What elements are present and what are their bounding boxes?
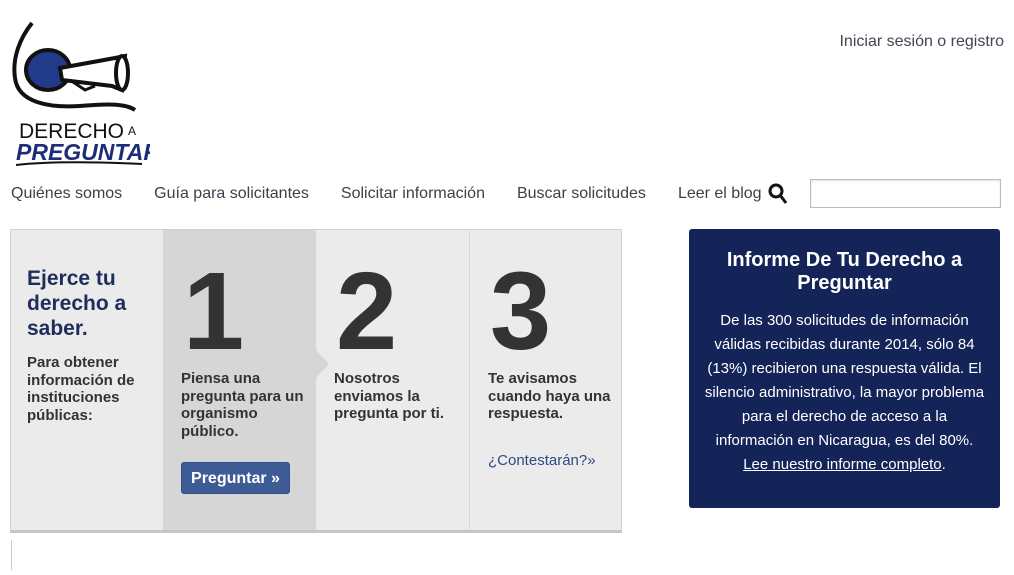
nav-item-blog[interactable]: Leer el blog <box>678 185 762 203</box>
full-report-link[interactable]: Lee nuestro informe completo <box>743 456 941 473</box>
report-text: De las 300 solicitudes de información vá… <box>704 312 985 449</box>
intro-text: Para obtener información de institucione… <box>27 354 135 424</box>
nav-item-guide[interactable]: Guía para solicitantes <box>154 185 309 203</box>
megaphone-logo-icon: DERECHO A PREGUNTAR <box>12 21 160 166</box>
intro-title: Ejerce tu derecho a saber. <box>27 267 127 340</box>
nav-item-request[interactable]: Solicitar información <box>341 185 485 203</box>
footer-divider <box>11 540 12 570</box>
report-period: . <box>941 456 946 473</box>
report-box: Informe De Tu Derecho a Preguntar De las… <box>689 229 1000 508</box>
step-text: Nosotros enviamos la pregunta por ti. <box>334 370 444 422</box>
main-nav: Quiénes somos Guía para solicitantes Sol… <box>11 185 794 203</box>
intro-block: Ejerce tu derecho a saber. Para obtener … <box>11 230 163 530</box>
site-logo[interactable]: DERECHO A PREGUNTAR <box>10 18 160 168</box>
nav-item-search-requests[interactable]: Buscar solicitudes <box>517 185 646 203</box>
nav-item-about[interactable]: Quiénes somos <box>11 185 122 203</box>
will-they-answer-link[interactable]: ¿Contestarán?» <box>488 452 596 469</box>
search-input[interactable] <box>810 179 1001 208</box>
steps-panel: Ejerce tu derecho a saber. Para obtener … <box>10 229 622 533</box>
login-register-link[interactable]: Iniciar sesión o registro <box>839 33 1004 51</box>
step-2: 2 Nosotros enviamos la pregunta por ti. <box>316 230 470 530</box>
step-number: 1 <box>183 250 245 373</box>
step-number: 3 <box>490 250 552 373</box>
svg-text:A: A <box>128 124 136 138</box>
ask-button[interactable]: Preguntar » <box>181 462 290 494</box>
step-number: 2 <box>336 250 398 373</box>
svg-text:PREGUNTAR: PREGUNTAR <box>16 139 150 165</box>
report-body: De las 300 solicitudes de información vá… <box>703 309 986 477</box>
step-text: Piensa una pregunta para un organismo pú… <box>181 370 304 440</box>
report-title: Informe De Tu Derecho a Preguntar <box>726 249 963 294</box>
search-icon[interactable] <box>768 183 788 205</box>
step-3: 3 Te avisamos cuando haya una respuesta.… <box>470 230 622 530</box>
step-1: 1 Piensa una pregunta para un organismo … <box>163 230 316 530</box>
step-text: Te avisamos cuando haya una respuesta. <box>488 370 611 422</box>
